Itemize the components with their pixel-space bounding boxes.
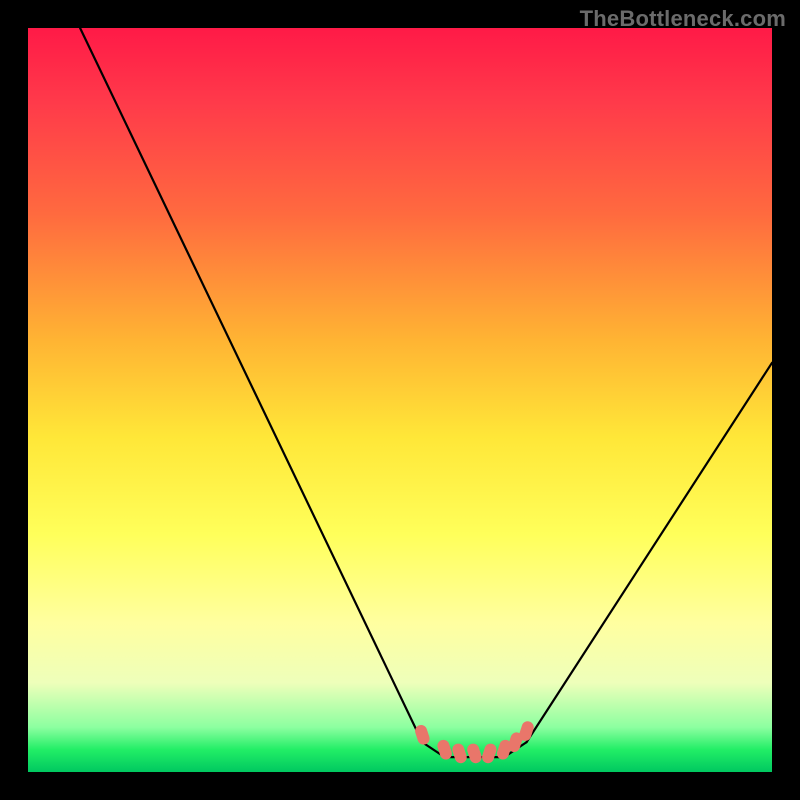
marker-group — [414, 720, 536, 765]
curve-segment-2 — [526, 363, 772, 742]
chart-plot-area — [28, 28, 772, 772]
flat-region-marker — [466, 742, 484, 765]
flat-region-marker — [451, 742, 469, 765]
flat-region-marker — [480, 742, 498, 765]
bottleneck-curve-svg — [28, 28, 772, 772]
curve-group — [80, 28, 772, 757]
curve-segment-0 — [80, 28, 445, 757]
